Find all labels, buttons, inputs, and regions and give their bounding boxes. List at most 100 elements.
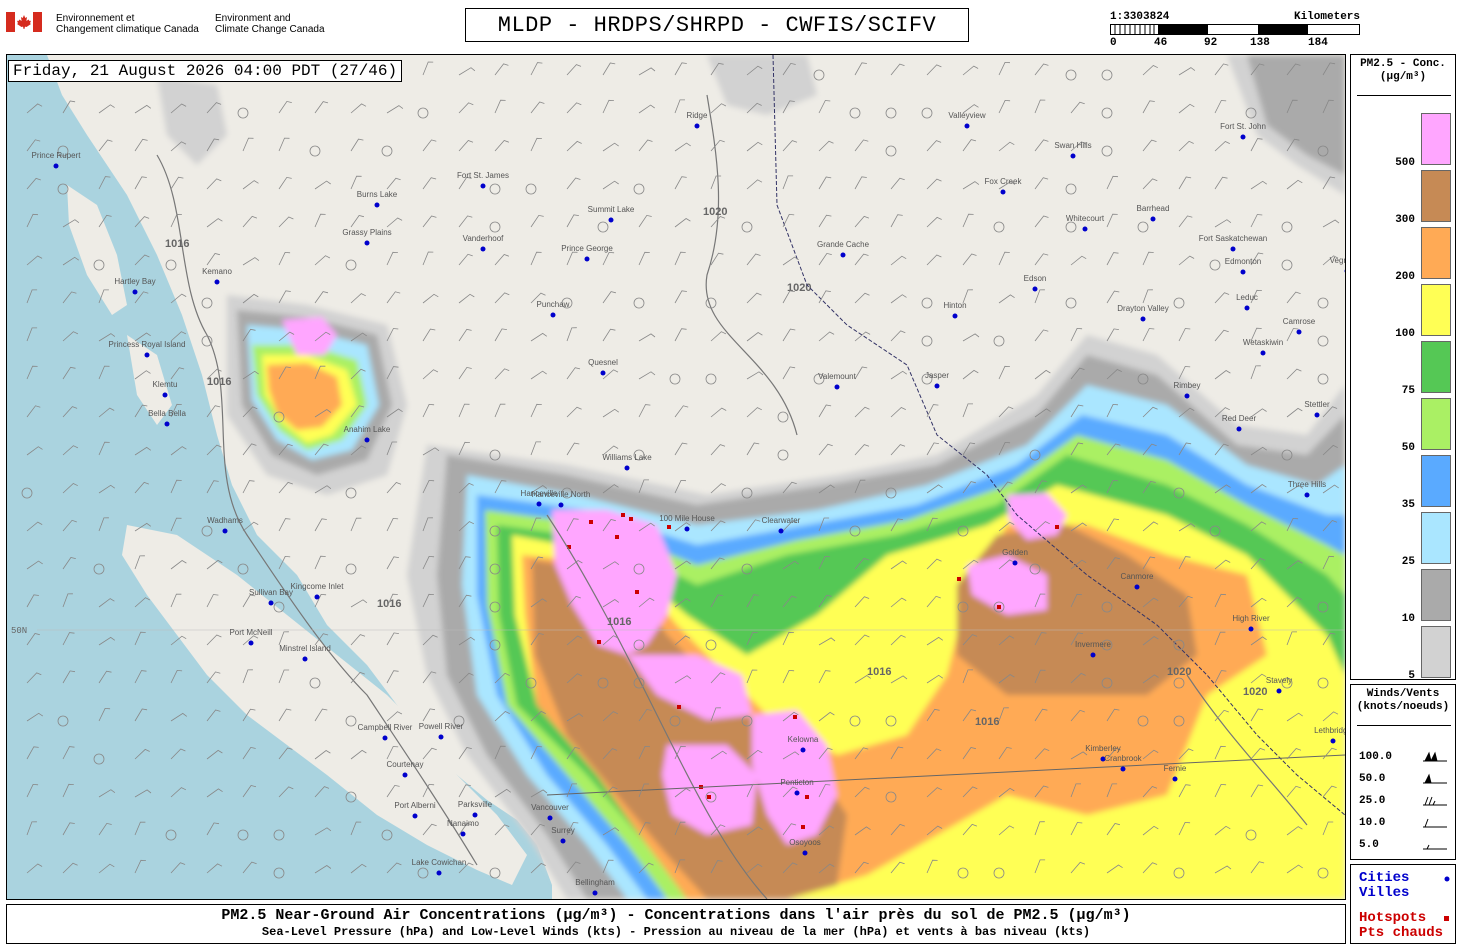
hotspots-label-en: Hotspots <box>1359 910 1427 926</box>
legend-swatch-75 <box>1421 341 1451 393</box>
cities-legend: Cities Villes <box>1359 871 1409 901</box>
pm25-legend-title-line2: (µg/m³) <box>1379 71 1427 83</box>
pm25-legend-title-line1: PM2.5 - Conc. <box>1360 58 1446 70</box>
city-label: Prince George <box>561 244 613 253</box>
city-dot <box>1236 426 1242 432</box>
wind-legend-title-line1: Winds/Vents <box>1366 688 1440 700</box>
isobar-label: 1020 <box>787 282 811 294</box>
legend-label-25: 25 <box>1401 556 1415 568</box>
city-dot <box>412 813 418 819</box>
city-label: Campbell River <box>358 723 413 732</box>
city-dot <box>162 392 168 398</box>
city-label: Vanderhoof <box>463 234 505 243</box>
city-label: Vegreville <box>1330 256 1345 265</box>
scale-unit: Kilometers <box>1293 11 1360 23</box>
city-dot <box>802 850 808 856</box>
city-label: Stettler <box>1304 400 1330 409</box>
city-label: Grande Cache <box>817 240 870 249</box>
city-label: Cranbrook <box>1104 754 1142 763</box>
map-canvas[interactable]: 1016 1016 1016 1016 1016 1016 1020 1020 … <box>7 55 1345 899</box>
latitude-label: 50N <box>11 626 27 636</box>
org-fr-line1: Environnement et <box>56 13 135 24</box>
map-panel[interactable]: 1016 1016 1016 1016 1016 1016 1020 1020 … <box>6 54 1346 900</box>
city-dot <box>1184 393 1190 399</box>
cities-label-fr: Villes <box>1359 885 1410 901</box>
scale-tick-0: 0 <box>1110 37 1117 49</box>
isobar-label: 1016 <box>165 238 189 250</box>
city-dot <box>694 123 700 129</box>
city-dot <box>1314 412 1320 418</box>
city-dot <box>302 656 308 662</box>
city-dot <box>268 600 274 606</box>
city-label: Rimbey <box>1173 381 1200 390</box>
city-label: Swan Hills <box>1054 141 1091 150</box>
city-dot <box>222 528 228 534</box>
city-label: Bellingham <box>575 878 615 887</box>
city-dot <box>584 256 590 262</box>
city-dot <box>1140 316 1146 322</box>
scale-bar-graphic <box>1110 24 1360 35</box>
symbol-legend: Cities Villes Hotspots Pts chauds <box>1350 864 1456 944</box>
isobar-label: 1020 <box>703 206 727 218</box>
city-label: Williams Lake <box>602 453 652 462</box>
city-dot <box>1012 560 1018 566</box>
city-dot <box>364 240 370 246</box>
city-dot <box>536 501 542 507</box>
pm25-legend-title: PM2.5 - Conc. (µg/m³) <box>1351 58 1455 84</box>
city-dot <box>608 217 614 223</box>
wind-legend-row-10: 10.0 <box>1359 817 1386 829</box>
scale-tick-3: 138 <box>1250 37 1270 49</box>
legend-label-50: 50 <box>1401 442 1415 454</box>
city-label: Punchaw <box>537 300 570 309</box>
city-label: Edmonton <box>1225 257 1261 266</box>
legend-label-300: 300 <box>1395 214 1415 226</box>
city-dot <box>402 772 408 778</box>
wind-legend-title-line2: (knots/noeuds) <box>1356 701 1450 713</box>
city-label: Kingcome Inlet <box>291 582 345 591</box>
city-label: Kemano <box>202 267 232 276</box>
city-dot <box>550 312 556 318</box>
legend-label-5: 5 <box>1408 670 1415 682</box>
legend-label-35: 35 <box>1401 499 1415 511</box>
city-dot <box>1120 766 1126 772</box>
isobar-label: 1016 <box>975 716 999 728</box>
caption-line-1: PM2.5 Near-Ground Air Concentrations (µg… <box>221 907 1131 924</box>
city-label: Canmore <box>1121 572 1154 581</box>
city-dot <box>778 528 784 534</box>
city-label: Courtenay <box>387 760 424 769</box>
wind-legend: Winds/Vents (knots/noeuds) 100.0 50.0 25… <box>1350 684 1456 860</box>
city-label: Penticton <box>780 778 813 787</box>
city-label: Hinton <box>943 301 966 310</box>
city-label: Hanceville North <box>532 490 591 499</box>
wind-legend-row-5: 5.0 <box>1359 839 1379 851</box>
org-fr-line2: Changement climatique Canada <box>56 24 199 35</box>
city-label: 100 Mile House <box>659 514 715 523</box>
isobar-label: 1016 <box>607 616 631 628</box>
wind-legend-row-25: 25.0 <box>1359 795 1386 807</box>
wind-barb-icons <box>1423 751 1447 850</box>
city-dot <box>472 812 478 818</box>
city-dot <box>374 202 380 208</box>
city-label: Prince Rupert <box>32 151 82 160</box>
city-dot <box>1134 584 1140 590</box>
city-dot <box>624 465 630 471</box>
city-dot <box>1244 305 1250 311</box>
city-dot <box>248 640 254 646</box>
legend-label-500: 500 <box>1395 157 1415 169</box>
city-dot <box>436 870 442 876</box>
city-label: Summit Lake <box>588 205 635 214</box>
city-dot <box>1230 246 1236 252</box>
city-label: Stavely <box>1266 676 1292 685</box>
city-dot-icon <box>1444 876 1450 882</box>
city-dot <box>1330 738 1336 744</box>
scale-ratio: 1:3303824 <box>1110 11 1170 23</box>
city-dot <box>164 421 170 427</box>
city-dot <box>132 289 138 295</box>
city-label: Jasper <box>925 371 949 380</box>
city-label: Klemtu <box>153 380 178 389</box>
city-label: Clearwater <box>762 516 801 525</box>
hotspots-legend: Hotspots Pts chauds <box>1359 911 1443 941</box>
legend-swatch-10 <box>1421 569 1451 621</box>
city-label: Princess Royal Island <box>109 340 186 349</box>
city-label: Grassy Plains <box>342 228 391 237</box>
